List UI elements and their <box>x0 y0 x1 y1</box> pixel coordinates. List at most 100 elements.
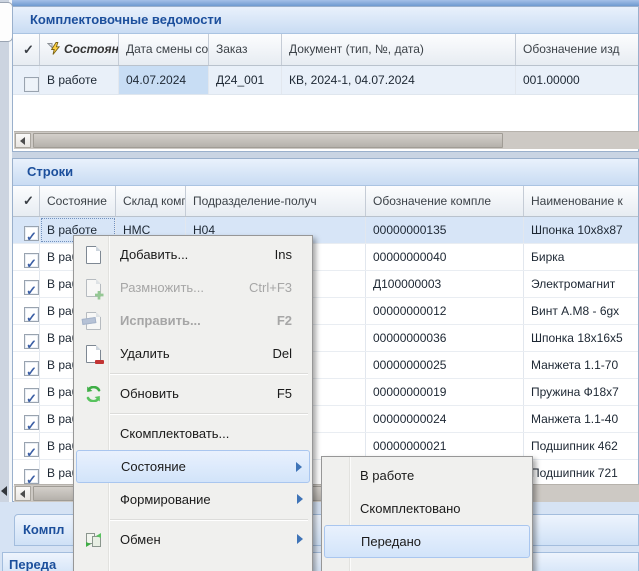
splitter-collapse-icon[interactable] <box>1 486 7 496</box>
row-checkbox[interactable] <box>24 415 39 430</box>
menu-item[interactable]: Скомплектовать... <box>76 417 310 450</box>
lines-panel-title: Строки <box>13 159 638 186</box>
row-checkbox[interactable] <box>24 226 39 241</box>
row-checkbox-cell <box>13 379 40 405</box>
sheets-header-check[interactable]: ✓ <box>13 34 40 65</box>
menu-item-shortcut: Del <box>272 346 310 361</box>
menu-item-label: Формирование <box>110 492 211 507</box>
name-cell: Электромагнит <box>524 271 639 297</box>
scroll-left-icon[interactable] <box>15 133 31 148</box>
menu-item-label: В работе <box>351 468 414 483</box>
designation-cell: Д100000003 <box>366 271 524 297</box>
order-cell: Д24_001 <box>209 66 282 94</box>
row-checkbox[interactable] <box>24 334 39 349</box>
add-page-icon <box>76 246 110 264</box>
menu-item[interactable]: Скомплектовано <box>324 492 530 525</box>
name-cell: Подшипник 721 <box>524 460 639 486</box>
menu-item-shortcut: F5 <box>277 386 310 401</box>
context-menu: Добавить...InsРазмножить...Ctrl+F3Исправ… <box>73 235 313 571</box>
row-checkbox-cell <box>13 244 40 270</box>
menu-item-label: Обновить <box>110 386 179 401</box>
state-cell: В работе <box>40 66 119 94</box>
row-checkbox[interactable] <box>24 77 39 92</box>
row-checkbox-cell <box>13 271 40 297</box>
menu-item[interactable]: Удалить Del <box>76 337 310 370</box>
menu-item-label: Добавить... <box>110 247 188 262</box>
designation-cell: 00000000024 <box>366 406 524 432</box>
sheets-header-state[interactable]: Состояни <box>40 34 119 65</box>
menu-item: Исправить... F2 <box>76 304 310 337</box>
row-checkbox[interactable] <box>24 388 39 403</box>
name-cell: Манжета 1.1-70 <box>524 352 639 378</box>
sheets-header-date[interactable]: Дата смены сос <box>119 34 209 65</box>
designation-cell: 001.00000 <box>516 66 639 94</box>
document-cell: КВ, 2024-1, 04.07.2024 <box>282 66 516 94</box>
designation-cell: 00000000019 <box>366 379 524 405</box>
row-checkbox-cell <box>13 325 40 351</box>
menu-item[interactable]: Состояние <box>76 450 310 483</box>
menu-item[interactable]: Обмен <box>76 523 310 556</box>
menu-item-shortcut: F2 <box>277 313 310 328</box>
sheets-hscrollbar[interactable] <box>14 131 639 149</box>
row-checkbox-cell <box>13 460 40 486</box>
submenu-arrow-icon <box>296 462 302 472</box>
menu-item-shortcut: Ctrl+F3 <box>249 280 310 295</box>
menu-separator <box>74 410 312 417</box>
row-checkbox[interactable] <box>24 280 39 295</box>
row-checkbox-cell <box>13 352 40 378</box>
menu-item-label: Исправить... <box>110 313 201 328</box>
menu-item-label: Скомплектовано <box>351 501 461 516</box>
menu-item-label: Скомплектовать... <box>110 426 229 441</box>
row-checkbox-cell <box>13 217 40 243</box>
scroll-left-icon[interactable] <box>15 486 31 501</box>
menu-item[interactable] <box>76 556 310 571</box>
menu-item-shortcut: Ins <box>275 247 310 262</box>
menu-item[interactable]: Обновить F5 <box>76 377 310 410</box>
designation-cell: 00000000012 <box>366 298 524 324</box>
menu-item-label: Передано <box>352 534 421 549</box>
menu-item: Размножить...Ctrl+F3 <box>76 271 310 304</box>
row-checkbox[interactable] <box>24 253 39 268</box>
lines-header-state[interactable]: Состояние <box>40 186 116 216</box>
name-cell: Подшипник 462 <box>524 433 639 459</box>
row-checkbox[interactable] <box>24 307 39 322</box>
lines-header-name[interactable]: Наименование к <box>524 186 639 216</box>
designation-cell: 00000000025 <box>366 352 524 378</box>
sheets-panel-title: Комплектовочные ведомости <box>13 7 638 34</box>
lines-header-warehouse[interactable]: Склад комп. <box>116 186 186 216</box>
menu-item-label: Обмен <box>110 532 161 547</box>
row-checkbox-cell <box>13 66 40 94</box>
submenu-arrow-icon <box>297 494 303 504</box>
row-checkbox[interactable] <box>24 442 39 457</box>
menu-item[interactable]: Добавить... Ins <box>76 238 310 271</box>
designation-cell: 00000000036 <box>366 325 524 351</box>
menu-item[interactable]: В работе <box>324 459 530 492</box>
lines-table-header: ✓ Состояние Склад комп. Подразделение-по… <box>13 186 638 217</box>
sheets-header-designation[interactable]: Обозначение изд <box>516 34 639 65</box>
table-row[interactable]: В работе 04.07.2024 Д24_001 КВ, 2024-1, … <box>13 66 638 95</box>
sheets-header-order[interactable]: Заказ <box>209 34 282 65</box>
row-checkbox[interactable] <box>24 469 39 484</box>
state-submenu: В работе Скомплектовано Передано <box>321 456 533 571</box>
menu-item[interactable] <box>324 558 530 571</box>
lines-header-designation[interactable]: Обозначение компле <box>366 186 524 216</box>
name-cell: Шпонка 18х16х5 <box>524 325 639 351</box>
sheets-table-header: ✓ Состояни Дата смены сос Заказ Документ… <box>13 34 638 66</box>
submenu-arrow-icon <box>297 534 303 544</box>
row-checkbox-cell <box>13 298 40 324</box>
name-cell: Бирка <box>524 244 639 270</box>
lines-header-check[interactable]: ✓ <box>13 186 40 216</box>
lines-header-department[interactable]: Подразделение-получ <box>186 186 366 216</box>
sheets-panel: Комплектовочные ведомости ✓ Состояни Дат… <box>12 6 639 152</box>
name-cell: Шпонка 10х8х87 <box>524 217 639 243</box>
menu-item[interactable]: Передано <box>324 525 530 558</box>
app-window: Комплектовочные ведомости ✓ Состояни Дат… <box>0 0 639 571</box>
sheets-header-document[interactable]: Документ (тип, №, дата) <box>282 34 516 65</box>
copy-page-icon <box>76 279 110 297</box>
menu-item[interactable]: Формирование <box>76 483 310 516</box>
row-checkbox[interactable] <box>24 361 39 376</box>
menu-item-label: Удалить <box>110 346 170 361</box>
name-cell: Винт А.М8 - 6gх <box>524 298 639 324</box>
name-cell: Пружина Ф18х7 <box>524 379 639 405</box>
scrollbar-thumb[interactable] <box>33 133 503 148</box>
